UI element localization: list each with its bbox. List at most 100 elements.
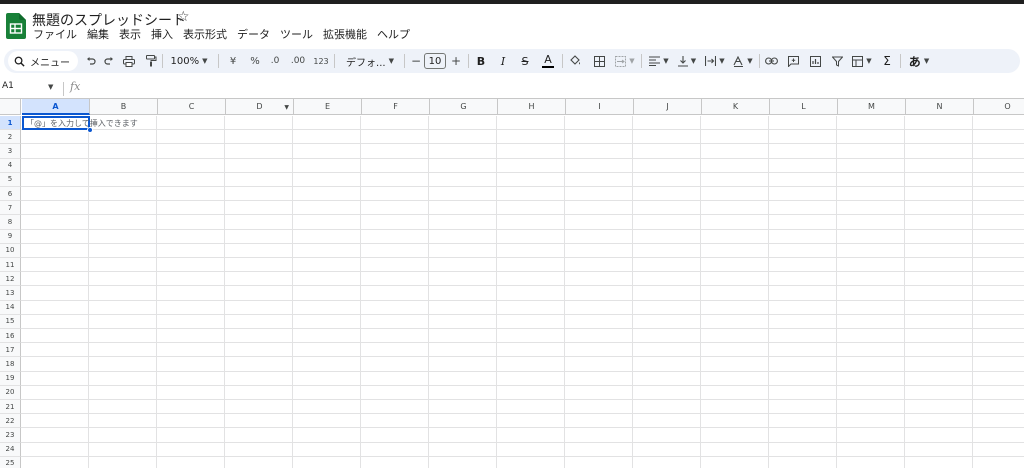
- row-header-18[interactable]: 18: [0, 357, 21, 372]
- row-header-14[interactable]: 14: [0, 300, 21, 315]
- column-header-i[interactable]: I: [566, 99, 634, 115]
- menu-extensions[interactable]: 拡張機能: [323, 28, 367, 44]
- menu-edit[interactable]: 編集: [87, 28, 109, 44]
- increase-decimal-button[interactable]: .00: [288, 49, 308, 73]
- column-header-n[interactable]: N: [906, 99, 974, 115]
- spreadsheet-grid[interactable]: A B C D ▼ E F G H I J K L M N O 1 2 3 4 5 6 7 8 9 10 11 12 13 14 15 16…: [0, 98, 1024, 468]
- column-header-e[interactable]: E: [294, 99, 362, 115]
- input-tools-button[interactable]: あ ▼: [906, 49, 932, 73]
- row-header-6[interactable]: 6: [0, 187, 21, 202]
- formula-bar-divider: [63, 82, 64, 96]
- row-header-25[interactable]: 25: [0, 456, 21, 468]
- column-header-f[interactable]: F: [362, 99, 430, 115]
- column-header-m[interactable]: M: [838, 99, 906, 115]
- row-header-7[interactable]: 7: [0, 201, 21, 216]
- row-header-10[interactable]: 10: [0, 243, 21, 258]
- toolbar-divider: [218, 54, 219, 68]
- row-header-21[interactable]: 21: [0, 400, 21, 415]
- column-header-j[interactable]: J: [634, 99, 702, 115]
- row-header-2[interactable]: 2: [0, 130, 21, 145]
- column-header-d[interactable]: D ▼: [226, 99, 294, 115]
- strikethrough-button[interactable]: S: [518, 49, 532, 73]
- row-gridline: [21, 313, 1024, 315]
- decrease-font-size-button[interactable]: −: [409, 49, 423, 73]
- menu-format[interactable]: 表示形式: [183, 28, 227, 44]
- column-header-h[interactable]: H: [498, 99, 566, 115]
- text-color-button[interactable]: A: [540, 49, 556, 73]
- column-header-a[interactable]: A: [22, 99, 90, 115]
- currency-format-button[interactable]: ¥: [226, 49, 240, 73]
- paint-format-button[interactable]: [144, 49, 158, 73]
- more-formats-button[interactable]: 123: [312, 49, 330, 73]
- row-header-4[interactable]: 4: [0, 158, 21, 173]
- undo-button[interactable]: [84, 49, 98, 73]
- column-header-o[interactable]: O: [974, 99, 1024, 115]
- menu-view[interactable]: 表示: [119, 28, 141, 44]
- zoom-select[interactable]: 100% ▼: [166, 49, 212, 73]
- row-header-19[interactable]: 19: [0, 371, 21, 386]
- fill-handle[interactable]: [87, 127, 93, 133]
- document-title[interactable]: 無題のスプレッドシート: [32, 10, 186, 30]
- insert-comment-button[interactable]: [786, 49, 800, 73]
- font-size-input[interactable]: 10: [424, 53, 446, 69]
- vertical-align-button[interactable]: ▼: [675, 49, 699, 73]
- row-header-8[interactable]: 8: [0, 215, 21, 230]
- increase-font-size-button[interactable]: +: [449, 49, 463, 73]
- chevron-down-icon[interactable]: ▼: [48, 83, 53, 91]
- text-rotation-icon: [733, 55, 744, 67]
- filter-views-button[interactable]: ▼: [850, 49, 874, 73]
- fill-color-button[interactable]: [568, 49, 582, 73]
- name-box[interactable]: A1: [2, 81, 14, 91]
- row-header-13[interactable]: 13: [0, 286, 21, 301]
- star-icon[interactable]: ☆: [177, 9, 190, 25]
- menu-help[interactable]: ヘルプ: [377, 28, 410, 44]
- row-header-5[interactable]: 5: [0, 172, 21, 187]
- menu-file[interactable]: ファイル: [33, 28, 77, 44]
- redo-button[interactable]: [102, 49, 116, 73]
- insert-chart-button[interactable]: [808, 49, 822, 73]
- column-header-k[interactable]: K: [702, 99, 770, 115]
- font-family-select[interactable]: デフォ... ▼: [340, 49, 400, 73]
- functions-button[interactable]: Σ: [880, 49, 894, 73]
- row-header-24[interactable]: 24: [0, 442, 21, 457]
- cell-area[interactable]: [21, 116, 1024, 468]
- select-all-corner[interactable]: [0, 99, 21, 115]
- text-wrapping-button[interactable]: ▼: [703, 49, 727, 73]
- menu-insert[interactable]: 挿入: [151, 28, 173, 44]
- horizontal-align-button[interactable]: ▼: [647, 49, 671, 73]
- row-header-16[interactable]: 16: [0, 329, 21, 344]
- search-menus-button[interactable]: メニュー: [8, 51, 78, 71]
- italic-button[interactable]: I: [496, 49, 510, 73]
- row-header-23[interactable]: 23: [0, 428, 21, 443]
- row-header-17[interactable]: 17: [0, 343, 21, 358]
- row-header-1[interactable]: 1: [0, 116, 21, 131]
- row-header-12[interactable]: 12: [0, 272, 21, 287]
- column-header-l[interactable]: L: [770, 99, 838, 115]
- text-rotation-button[interactable]: ▼: [731, 49, 755, 73]
- column-header-g[interactable]: G: [430, 99, 498, 115]
- row-header-11[interactable]: 11: [0, 258, 21, 273]
- percent-format-button[interactable]: %: [248, 49, 262, 73]
- merge-cells-button[interactable]: ▼: [614, 49, 636, 73]
- row-header-9[interactable]: 9: [0, 229, 21, 244]
- decrease-decimal-button[interactable]: .0: [266, 49, 284, 73]
- insert-link-button[interactable]: [764, 49, 778, 73]
- row-gridline: [21, 285, 1024, 287]
- text-color-label: A: [544, 53, 552, 66]
- sheets-logo-icon[interactable]: [6, 13, 26, 39]
- toolbar-divider: [404, 54, 405, 68]
- align-bottom-icon: [677, 55, 688, 67]
- column-menu-icon[interactable]: ▼: [284, 104, 289, 111]
- filter-button[interactable]: [830, 49, 844, 73]
- column-header-c[interactable]: C: [158, 99, 226, 115]
- menu-data[interactable]: データ: [237, 28, 270, 44]
- print-button[interactable]: [122, 49, 136, 73]
- menu-tools[interactable]: ツール: [280, 28, 313, 44]
- bold-button[interactable]: B: [474, 49, 488, 73]
- row-header-15[interactable]: 15: [0, 314, 21, 329]
- row-header-20[interactable]: 20: [0, 385, 21, 400]
- column-header-b[interactable]: B: [90, 99, 158, 115]
- row-header-3[interactable]: 3: [0, 144, 21, 159]
- row-header-22[interactable]: 22: [0, 414, 21, 429]
- borders-button[interactable]: [592, 49, 606, 73]
